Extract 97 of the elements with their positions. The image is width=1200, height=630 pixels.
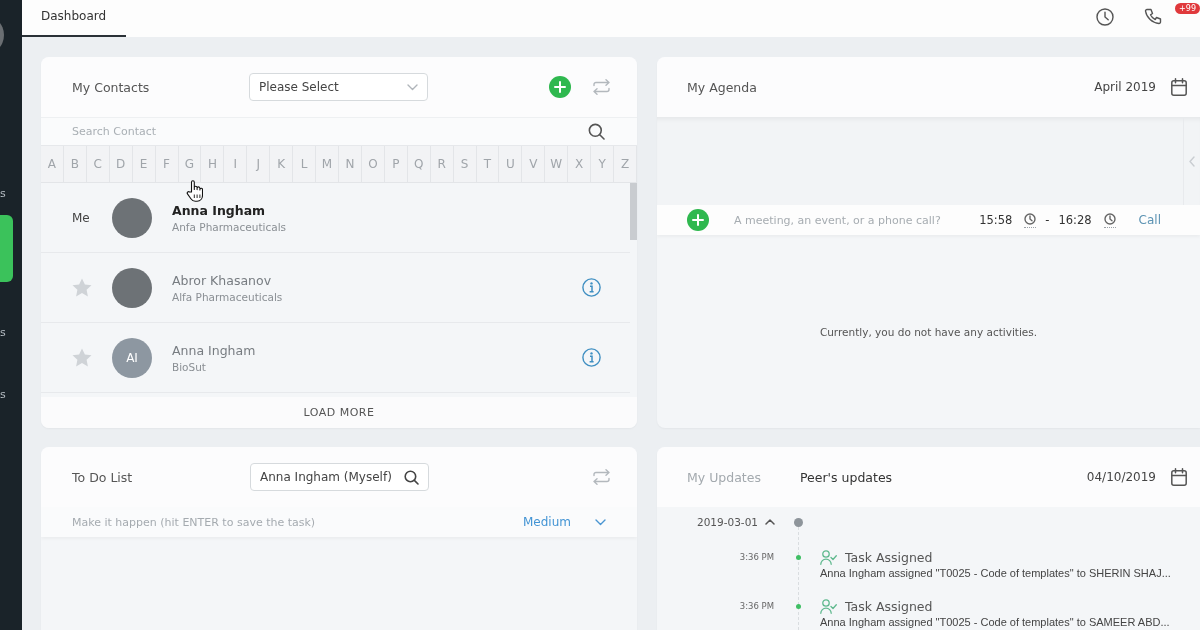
sidebar-item[interactable] [0,215,13,282]
clock-icon [1024,212,1037,225]
avatar-photo [112,197,152,238]
sidebar-item[interactable]: s [0,187,6,201]
search-icon[interactable] [588,123,605,140]
task-field[interactable]: Make it happen (hit ENTER to save the task) [72,515,523,529]
letter-filter[interactable]: S [453,146,477,182]
letter-filter[interactable]: F [155,146,179,182]
contact-company: Anfa Pharmaceuticals [172,220,287,233]
load-more-button[interactable]: LOAD MORE [41,397,637,428]
letter-filter[interactable]: I [224,146,248,182]
time-picker-button[interactable] [1103,212,1116,228]
avatar-initials: AI [112,337,152,378]
contact-name: Abror Khasanov [172,272,273,288]
contact-row[interactable]: AI Anna Ingham BioSut [41,323,630,393]
avatar-photo [112,267,152,308]
chevron-down-icon[interactable] [595,518,606,526]
letter-filter[interactable]: Z [614,146,637,182]
me-label: Me [72,210,90,225]
updates-tab[interactable]: My Updates [687,469,800,485]
letter-filter[interactable]: C [86,146,110,182]
add-contact-icon[interactable] [549,76,571,98]
entry-title: Task Assigned [845,598,933,614]
letter-filter[interactable]: L [293,146,317,182]
letter-filter[interactable]: Y [591,146,615,182]
info-icon[interactable] [582,348,601,367]
entry-title: Task Assigned [845,549,933,565]
month-label: April 2019 [1094,80,1156,94]
user-check-icon [820,549,837,565]
sidebar-item[interactable]: s [0,388,6,402]
assignee-field[interactable]: Anna Ingham (Myself) [250,463,429,491]
contact-company: BioSut [172,360,207,373]
user-check-icon [820,598,837,614]
letter-filter[interactable]: M [316,146,339,182]
letter-filter[interactable]: U [499,146,523,182]
contact-name: Anna Ingham [172,342,256,358]
star-icon[interactable] [72,348,92,367]
add-event-icon[interactable] [687,209,709,231]
contact-filter-dropdown[interactable]: Please Select [249,73,428,101]
start-time-field[interactable]: 15:58 [979,213,1013,227]
panel-title: My Contacts [72,79,151,95]
refresh-icon[interactable] [593,469,610,485]
clock-icon[interactable] [1096,7,1114,26]
notification-badge[interactable]: +99 [1175,3,1200,14]
calendar-icon[interactable] [1171,78,1187,96]
letter-filter[interactable]: R [430,146,454,182]
priority-dropdown[interactable]: Medium [523,515,606,529]
phone-icon[interactable] [1144,7,1162,26]
panel-title: To Do List [72,469,134,485]
letter-filter[interactable]: Q [407,146,431,182]
caret-up-icon[interactable] [765,519,775,525]
contact-name: Anna Ingham [172,202,267,218]
scrollbar-thumb[interactable] [630,183,637,240]
letter-filter[interactable]: T [476,146,500,182]
calendar-icon[interactable] [1171,468,1187,486]
contact-row[interactable]: Abror Khasanov Alfa Pharmaceuticals [41,253,630,323]
star-icon[interactable] [72,278,92,297]
dashboard-tab[interactable]: Dashboard [22,0,126,37]
group-date: 2019-03-01 [696,516,758,528]
panel-title: My Agenda [687,79,757,95]
updates-tab[interactable]: Peer's updates [800,469,913,485]
date-label: 04/10/2019 [1086,470,1156,484]
letter-filter[interactable]: B [63,146,87,182]
letter-filter[interactable]: W [545,146,569,182]
hand-cursor-icon [186,180,203,202]
refresh-icon[interactable] [593,79,610,95]
timeline-dot [795,554,801,560]
timeline-dot [795,603,801,609]
timeline-dot [793,517,803,527]
contact-company: Alfa Pharmaceuticals [172,290,283,303]
letter-filter[interactable]: J [247,146,271,182]
time-picker-button[interactable] [1024,212,1037,228]
letter-filter[interactable]: K [270,146,294,182]
letter-filter[interactable]: D [109,146,133,182]
time-separator: - [1045,213,1050,227]
letter-filter[interactable]: O [361,146,385,182]
empty-message: Currently, you do not have any activities. [819,325,1038,338]
clock-icon [1103,212,1116,225]
info-icon[interactable] [582,278,601,297]
chevron-down-icon[interactable] [407,83,418,91]
search-field[interactable]: Search Contact [41,117,637,145]
letter-filter[interactable]: H [201,146,225,182]
entry-time: 3:36 PM [739,552,774,562]
event-type-selector[interactable]: Call [1138,213,1161,227]
entry-description: Anna Ingham assigned "T0025 - Code of templates" to SHERIN SHAJ... [820,566,1171,580]
letter-filter[interactable]: N [339,146,362,182]
letter-filter[interactable]: X [568,146,592,182]
search-icon[interactable] [404,469,419,485]
letter-filter[interactable]: V [522,146,546,182]
entry-description: Anna Ingham assigned "T0025 - Code of templates" to SAMEER ABD... [820,615,1170,629]
event-field[interactable]: A meeting, an event, or a phone call? [734,213,980,227]
entry-time: 3:36 PM [739,601,774,611]
letter-filter[interactable]: A [41,146,64,182]
letter-filter[interactable]: P [384,146,408,182]
sidebar-item[interactable]: s [0,326,6,340]
letter-filter[interactable]: E [132,146,156,182]
end-time-field[interactable]: 16:28 [1058,213,1092,227]
